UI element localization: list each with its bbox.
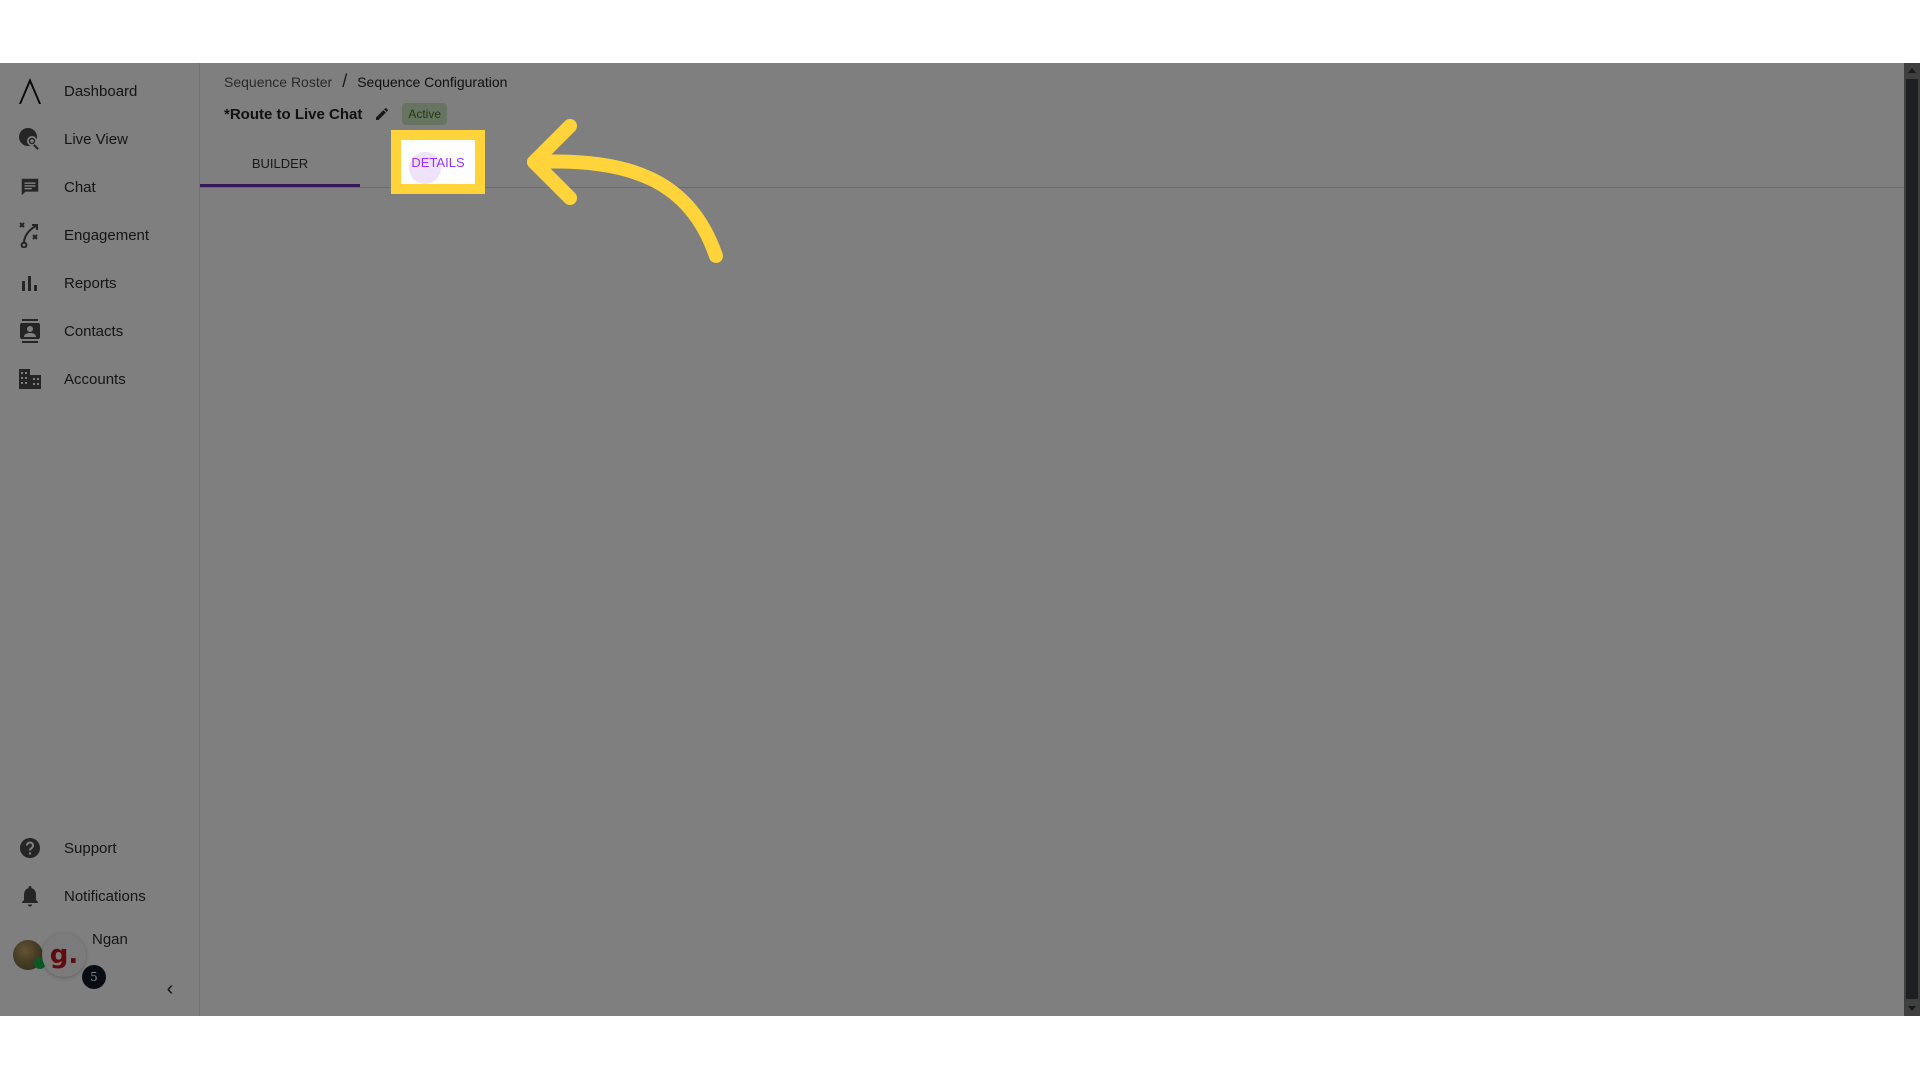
help-widget-launcher-button[interactable]: g. (42, 933, 86, 977)
user-profile[interactable]: Ngan g. 5 (0, 923, 199, 989)
sidebar-item-accounts[interactable]: Accounts (0, 359, 199, 399)
sidebar-item-engagement[interactable]: Engagement (0, 215, 199, 255)
sequence-header: *Route to Live Chat Active (224, 103, 448, 125)
breadcrumb-link-sequence-roster[interactable]: Sequence Roster (224, 74, 332, 90)
edit-pencil-icon[interactable] (374, 106, 390, 122)
contact-card-icon (18, 319, 42, 343)
scroll-up-arrow-icon[interactable] (1908, 68, 1916, 73)
bar-chart-icon (18, 271, 42, 295)
sidebar-item-live-view[interactable]: Live View (0, 119, 199, 159)
sidebar-item-support[interactable]: Support (0, 828, 199, 868)
scroll-down-arrow-icon[interactable] (1908, 1006, 1916, 1011)
help-widget-logo-icon: g. (49, 940, 79, 970)
breadcrumb-current: Sequence Configuration (357, 73, 508, 90)
help-widget-count-badge: 5 (82, 965, 106, 989)
sidebar-item-label: Support (64, 839, 117, 857)
app-window: Dashboard Live View Chat Engagement Repo… (0, 63, 1920, 1016)
sidebar-item-label: Dashboard (64, 82, 138, 100)
tutorial-highlight-details-tab[interactable]: DETAILS (391, 130, 485, 194)
sidebar-item-label: Live View (64, 130, 128, 148)
sidebar-item-label: Reports (64, 274, 117, 292)
sequence-title: *Route to Live Chat (224, 105, 363, 123)
tab-builder[interactable]: BUILDER (200, 143, 360, 187)
sidebar-item-contacts[interactable]: Contacts (0, 311, 199, 351)
help-icon (18, 836, 42, 860)
sidebar-item-dashboard[interactable]: Dashboard (0, 71, 199, 111)
sidebar-item-label: Contacts (64, 322, 124, 340)
sidebar-item-notifications[interactable]: Notifications (0, 876, 199, 916)
building-icon (18, 367, 42, 391)
main-content: Sequence Roster / Sequence Configuration… (200, 63, 1904, 1016)
collapse-sidebar-button[interactable]: ‹ (160, 979, 180, 999)
logo-icon (18, 78, 42, 104)
chevron-left-icon: ‹ (166, 978, 174, 1000)
chat-icon (18, 175, 42, 199)
breadcrumb: Sequence Roster / Sequence Configuration (224, 71, 507, 92)
scrollbar-thumb[interactable] (1906, 79, 1918, 999)
sidebar-item-label: Notifications (64, 887, 146, 905)
bell-icon (18, 884, 42, 908)
sidebar-item-label: Engagement (64, 226, 150, 244)
builder-canvas (200, 188, 1904, 1016)
sidebar-item-label: Chat (64, 178, 96, 196)
sidebar: Dashboard Live View Chat Engagement Repo… (0, 63, 200, 1016)
strategy-icon (18, 222, 42, 248)
vertical-scrollbar[interactable] (1904, 63, 1920, 1016)
sidebar-item-chat[interactable]: Chat (0, 167, 199, 207)
sidebar-item-label: Accounts (64, 370, 126, 388)
highlighted-tab-label: DETAILS (411, 154, 465, 170)
status-badge: Active (402, 103, 448, 125)
sidebar-item-reports[interactable]: Reports (0, 263, 199, 303)
user-name: Ngan (92, 931, 128, 948)
breadcrumb-separator: / (342, 71, 348, 91)
globe-search-icon (18, 127, 42, 151)
